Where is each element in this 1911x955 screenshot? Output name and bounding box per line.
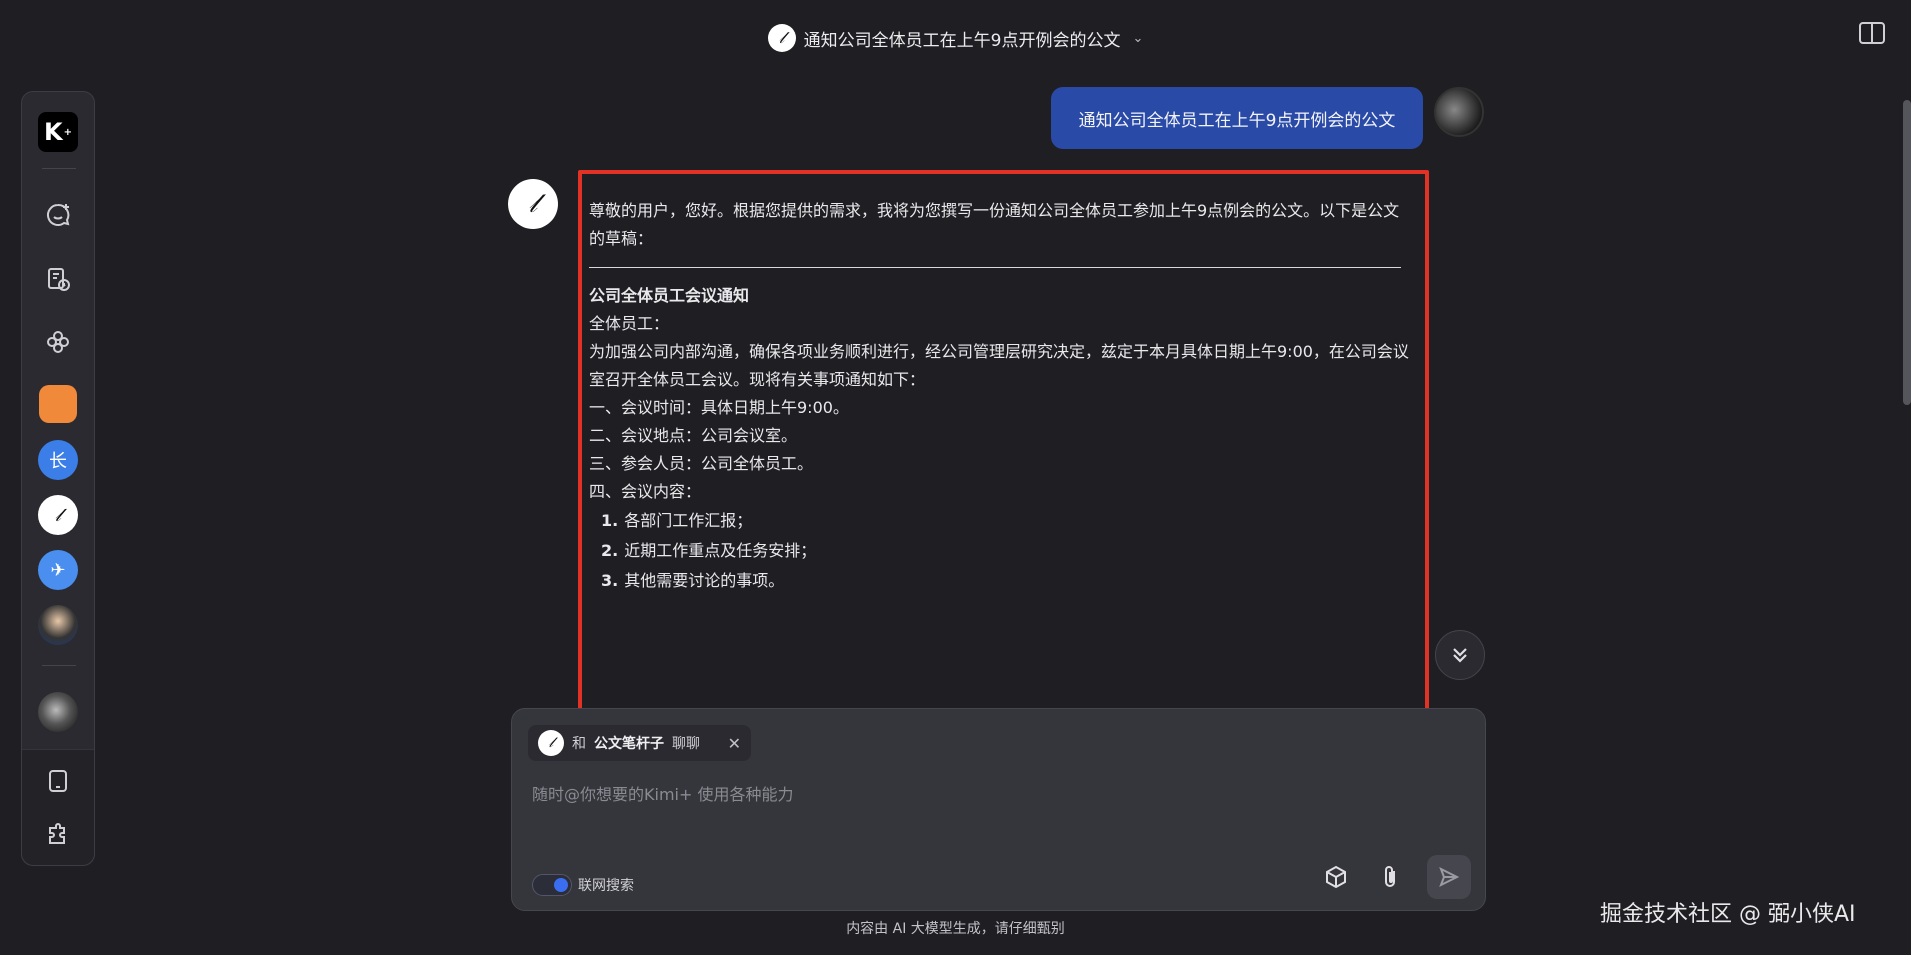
conversation-title-menu[interactable]: 𝓁 通知公司全体员工在上午9点开例会的公文 ⌄ xyxy=(0,24,1911,52)
user-message-bubble: 通知公司全体员工在上午9点开例会的公文 xyxy=(1051,87,1423,149)
avatar-pen[interactable]: 𝓁 xyxy=(38,495,78,535)
cube-icon[interactable] xyxy=(1318,859,1354,895)
web-search-label: 联网搜索 xyxy=(578,878,634,894)
reply-heading: 公司全体员工会议通知 xyxy=(589,286,750,305)
mobile-icon[interactable] xyxy=(41,764,75,798)
reply-item-location: 二、会议地点：公司会议室。 xyxy=(589,426,798,445)
list-item: 2. 近期工作重点及任务安排； xyxy=(601,541,817,560)
top-header: 𝓁 通知公司全体员工在上午9点开例会的公文 ⌄ xyxy=(0,0,1911,75)
user-avatar xyxy=(1434,87,1484,137)
chevron-down-icon[interactable]: ⌄ xyxy=(1132,31,1143,46)
chip-prefix: 和 xyxy=(572,736,586,752)
conversation-title: 通知公司全体员工在上午9点开例会的公文 xyxy=(803,30,1121,51)
sidebar-divider xyxy=(42,168,76,169)
list-item: 1. 各部门工作汇报； xyxy=(601,511,753,530)
plugin-icon[interactable] xyxy=(41,818,75,852)
new-chat-icon[interactable] xyxy=(41,198,75,232)
reply-item-time: 一、会议时间：具体日期上午9:00。 xyxy=(589,398,849,417)
message-composer: 𝓁 和 公文笔杆子 聊聊 ✕ 联网搜索 xyxy=(511,708,1486,911)
explore-icon[interactable] xyxy=(41,325,75,359)
page-scrollbar[interactable] xyxy=(1903,100,1911,405)
kimi-logo[interactable]: K + xyxy=(38,112,78,152)
avatar-orange[interactable] xyxy=(39,385,77,423)
reply-divider xyxy=(589,267,1401,268)
reply-agenda-list: 1. 各部门工作汇报； 2. 近期工作重点及任务安排； 3. 其他需要讨论的事项。 xyxy=(601,506,1409,596)
avatar-user[interactable] xyxy=(38,692,78,732)
sidebar-bottom xyxy=(22,749,94,865)
history-icon[interactable] xyxy=(41,262,75,296)
pen-assistant-avatar: 𝓁 xyxy=(767,24,796,52)
attachment-icon[interactable] xyxy=(1372,859,1408,895)
avatar-travel[interactable]: ✈ xyxy=(38,550,78,590)
pen-assistant-avatar: 𝓁 xyxy=(538,730,564,756)
web-search-toggle[interactable] xyxy=(532,874,572,896)
sidebar-toggle-icon[interactable] xyxy=(1859,22,1885,44)
sidebar: K + 长 𝓁 ✈ xyxy=(21,91,95,866)
bot-reply-content: 尊敬的用户，您好。根据您提供的需求，我将为您撰写一份通知公司全体员工参加上午9点… xyxy=(589,197,1409,596)
chip-assistant-name: 公文笔杆子 xyxy=(594,736,664,752)
message-input[interactable] xyxy=(532,779,1432,809)
avatar-person[interactable] xyxy=(38,605,78,645)
web-search-toggle-row[interactable]: 联网搜索 xyxy=(532,874,634,896)
chip-suffix: 聊聊 xyxy=(672,736,700,752)
reply-body: 为加强公司内部沟通，确保各项业务顺利进行，经公司管理层研究决定，兹定于本月具体日… xyxy=(589,342,1409,389)
reply-salutation: 全体员工： xyxy=(589,314,670,333)
bot-avatar: 𝓁 xyxy=(508,179,558,229)
assistant-chip[interactable]: 𝓁 和 公文笔杆子 聊聊 ✕ xyxy=(528,725,751,761)
sidebar-divider xyxy=(42,665,76,666)
close-icon[interactable]: ✕ xyxy=(728,734,741,753)
reply-item-attendees: 三、参会人员：公司全体员工。 xyxy=(589,454,814,473)
reply-item-content: 四、会议内容： xyxy=(589,482,702,501)
list-item: 3. 其他需要讨论的事项。 xyxy=(601,571,785,590)
avatar-long[interactable]: 长 xyxy=(38,440,78,480)
scroll-to-bottom-button[interactable] xyxy=(1435,630,1485,680)
bot-reply-highlight: 尊敬的用户，您好。根据您提供的需求，我将为您撰写一份通知公司全体员工参加上午9点… xyxy=(578,170,1429,718)
reply-intro: 尊敬的用户，您好。根据您提供的需求，我将为您撰写一份通知公司全体员工参加上午9点… xyxy=(589,201,1400,248)
watermark: 掘金技术社区 @ 弼小侠AI xyxy=(1600,902,1856,927)
send-button[interactable] xyxy=(1427,855,1471,899)
